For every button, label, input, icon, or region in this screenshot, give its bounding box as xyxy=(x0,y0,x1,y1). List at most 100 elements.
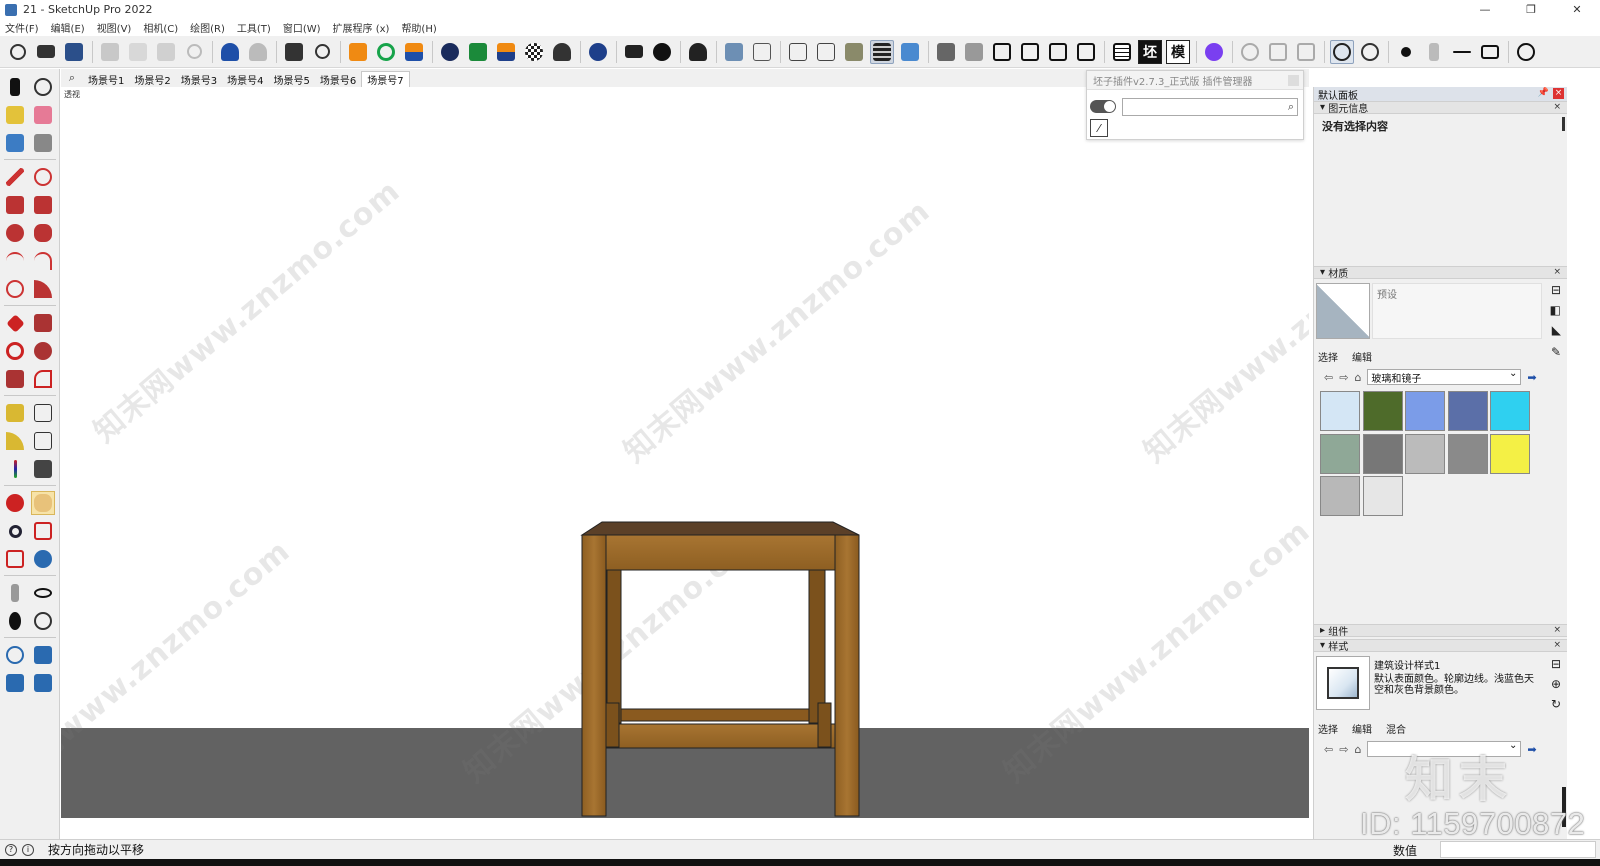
view-iso-button[interactable] xyxy=(722,40,746,64)
tree-button[interactable] xyxy=(466,40,490,64)
move-tool[interactable] xyxy=(3,311,27,335)
close-icon[interactable]: × xyxy=(1553,625,1561,635)
material-swatch-mosaic-glass[interactable] xyxy=(1362,433,1403,474)
look-around-tool[interactable] xyxy=(31,581,55,605)
circle-tool[interactable] xyxy=(3,221,27,245)
forward-arrow-icon[interactable]: ⇨ xyxy=(1339,371,1348,384)
table-button[interactable] xyxy=(1110,40,1134,64)
redo-button[interactable] xyxy=(246,40,270,64)
mail-button[interactable] xyxy=(622,40,646,64)
stool-model[interactable] xyxy=(61,87,1309,818)
two-point-arc-tool[interactable] xyxy=(31,249,55,273)
material-swatch-yellow-glass[interactable] xyxy=(1490,433,1530,474)
material-swatch-glass-green[interactable] xyxy=(1362,391,1403,431)
minimize-button[interactable]: — xyxy=(1462,0,1508,19)
previous-view-tool[interactable] xyxy=(31,547,55,571)
rotate-tool[interactable] xyxy=(3,339,27,363)
arc-tool[interactable] xyxy=(3,249,27,273)
undo-button[interactable] xyxy=(218,40,242,64)
gem-button[interactable] xyxy=(1358,40,1382,64)
material-swatch-grey-glass[interactable] xyxy=(1447,433,1488,474)
copy-button[interactable] xyxy=(126,40,150,64)
about-button[interactable] xyxy=(650,40,674,64)
entity-info-header[interactable]: ▾ 图元信息 × xyxy=(1314,101,1567,115)
push-pull-tool[interactable] xyxy=(31,311,55,335)
eyedropper-icon[interactable]: ✎ xyxy=(1551,345,1561,359)
sandbox-drape-tool[interactable] xyxy=(3,671,27,695)
textured-button[interactable] xyxy=(870,39,894,64)
paste-button[interactable] xyxy=(154,40,178,64)
follow-me-tool[interactable] xyxy=(31,339,55,363)
create-style-icon[interactable]: ⊕ xyxy=(1551,677,1561,691)
orbit-tool[interactable] xyxy=(3,491,27,515)
sandbox-scratch-tool[interactable] xyxy=(31,643,55,667)
rect-button[interactable] xyxy=(1478,40,1502,64)
xray-button[interactable] xyxy=(786,40,810,64)
walk-tool[interactable] xyxy=(3,609,27,633)
instructor-icon[interactable]: i xyxy=(22,843,34,856)
menu-extensions[interactable]: 扩展程序 (x) xyxy=(333,20,390,35)
plugin-toggle[interactable] xyxy=(1090,100,1116,113)
tab-scene-1[interactable]: 场景号1 xyxy=(83,71,129,87)
zoom-window-tool[interactable] xyxy=(31,519,55,543)
section-plane-tool[interactable] xyxy=(31,609,55,633)
photo-button[interactable] xyxy=(1294,40,1318,64)
account-button[interactable] xyxy=(686,40,710,64)
tape-measure-tool[interactable] xyxy=(3,401,27,425)
sandbox-flip-tool[interactable] xyxy=(31,671,55,695)
print-button[interactable] xyxy=(282,40,306,64)
menu-tools[interactable]: 工具(T) xyxy=(237,20,271,35)
line-tool[interactable] xyxy=(3,165,27,189)
search-icon[interactable]: ⌕ xyxy=(61,69,83,87)
back-arrow-icon[interactable]: ⇦ xyxy=(1324,743,1333,756)
rotated-rectangle-tool[interactable] xyxy=(31,193,55,217)
menu-edit[interactable]: 编辑(E) xyxy=(51,20,85,35)
default-material-icon[interactable]: ◣ xyxy=(1552,323,1561,337)
eraser-tool[interactable] xyxy=(31,103,55,127)
sandbox-contours-tool[interactable] xyxy=(3,643,27,667)
forward-arrow-icon[interactable]: ⇨ xyxy=(1339,743,1348,756)
menu-camera[interactable]: 相机(C) xyxy=(143,20,178,35)
zoom-tool[interactable] xyxy=(3,519,27,543)
restore-button[interactable]: ❐ xyxy=(1508,0,1554,19)
close-button[interactable]: ✕ xyxy=(1554,0,1600,19)
close-icon[interactable]: × xyxy=(1553,640,1561,650)
close-icon[interactable]: × xyxy=(1553,267,1561,277)
details-arrow-icon[interactable]: ➡ xyxy=(1527,743,1536,756)
new-file-button[interactable] xyxy=(6,40,30,64)
materials-tab-edit[interactable]: 编辑 xyxy=(1352,349,1372,364)
components-header[interactable]: ▸ 组件 × xyxy=(1314,624,1567,638)
details-arrow-icon[interactable]: ➡ xyxy=(1527,371,1536,384)
model-button[interactable]: 模 xyxy=(1166,39,1190,64)
create-material-icon[interactable]: ◧ xyxy=(1550,303,1561,317)
axes-tool[interactable] xyxy=(3,457,27,481)
material-swatch-sky-reflection[interactable] xyxy=(1447,391,1488,431)
home-icon[interactable]: ⌂ xyxy=(1354,371,1361,384)
materials-tab-select[interactable]: 选择 xyxy=(1318,349,1338,364)
three-point-arc-tool[interactable] xyxy=(3,277,27,301)
vr-button[interactable] xyxy=(1330,39,1354,64)
style-preview[interactable] xyxy=(1316,656,1370,710)
material-name-field[interactable]: 预设 xyxy=(1372,283,1542,339)
pan-tool[interactable] xyxy=(31,491,55,515)
cut-button[interactable] xyxy=(98,40,122,64)
tray-close-button[interactable]: × xyxy=(1553,88,1564,99)
menu-help[interactable]: 帮助(H) xyxy=(401,20,436,35)
menu-file[interactable]: 文件(F) xyxy=(5,20,39,35)
view-top-button[interactable] xyxy=(962,40,986,64)
material-preview[interactable] xyxy=(1316,283,1370,339)
cloud-button[interactable] xyxy=(550,40,574,64)
erase-button[interactable] xyxy=(182,40,206,64)
roof-button[interactable] xyxy=(494,40,518,64)
material-swatch-grey-gradient[interactable] xyxy=(1320,476,1360,516)
geo-location-icon[interactable]: ? xyxy=(5,843,17,856)
tab-scene-4[interactable]: 场景号4 xyxy=(222,71,268,87)
hide-button[interactable] xyxy=(1514,40,1538,64)
camera-button[interactable] xyxy=(1266,40,1290,64)
tab-scene-5[interactable]: 场景号5 xyxy=(269,71,315,87)
plugin-manager-close-button[interactable] xyxy=(1288,75,1299,86)
tray-scrollbar[interactable] xyxy=(1562,117,1565,131)
brush-icon[interactable]: ⁄ xyxy=(1090,119,1108,137)
3d-text-tool[interactable] xyxy=(31,457,55,481)
model-info-button[interactable] xyxy=(310,40,334,64)
